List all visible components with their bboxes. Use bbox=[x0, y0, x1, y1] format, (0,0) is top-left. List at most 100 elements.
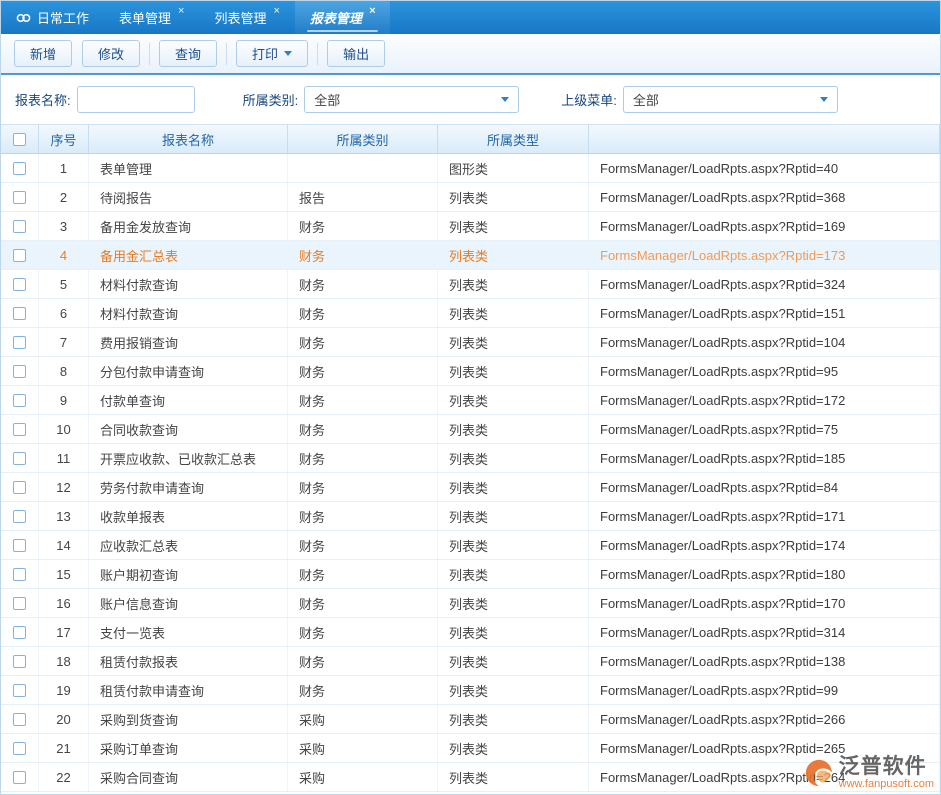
table-row[interactable]: 10合同收款查询财务列表类FormsManager/LoadRpts.aspx?… bbox=[1, 415, 940, 444]
report-url: FormsManager/LoadRpts.aspx?Rptid=151 bbox=[589, 299, 940, 327]
report-type: 列表类 bbox=[438, 618, 589, 646]
row-checkbox-cell bbox=[1, 357, 39, 385]
table-row[interactable]: 17支付一览表财务列表类FormsManager/LoadRpts.aspx?R… bbox=[1, 618, 940, 647]
select-all-checkbox[interactable] bbox=[13, 133, 26, 146]
column-header[interactable]: 所属类型 bbox=[438, 125, 589, 153]
query-button[interactable]: 查询 bbox=[159, 40, 217, 67]
table-row[interactable]: 8分包付款申请查询财务列表类FormsManager/LoadRpts.aspx… bbox=[1, 357, 940, 386]
export-button[interactable]: 输出 bbox=[327, 40, 385, 67]
report-category bbox=[288, 154, 438, 182]
row-number: 20 bbox=[39, 705, 89, 733]
row-checkbox[interactable] bbox=[13, 626, 26, 639]
row-checkbox[interactable] bbox=[13, 162, 26, 175]
tab-bar: 日常工作表单管理×列表管理× 报表管理 × bbox=[1, 1, 940, 34]
button-label: 查询 bbox=[175, 44, 201, 63]
row-checkbox[interactable] bbox=[13, 278, 26, 291]
table-row[interactable]: 19租赁付款申请查询财务列表类FormsManager/LoadRpts.asp… bbox=[1, 676, 940, 705]
table-row[interactable]: 15账户期初查询财务列表类FormsManager/LoadRpts.aspx?… bbox=[1, 560, 940, 589]
row-checkbox[interactable] bbox=[13, 249, 26, 262]
report-type: 列表类 bbox=[438, 212, 589, 240]
table-row[interactable]: 2待阅报告报告列表类FormsManager/LoadRpts.aspx?Rpt… bbox=[1, 183, 940, 212]
row-checkbox[interactable] bbox=[13, 539, 26, 552]
report-name-input[interactable] bbox=[77, 86, 195, 113]
report-name: 分包付款申请查询 bbox=[89, 357, 288, 385]
report-category: 财务 bbox=[288, 299, 438, 327]
table-row[interactable]: 6材料付款查询财务列表类FormsManager/LoadRpts.aspx?R… bbox=[1, 299, 940, 328]
table-row[interactable]: 9付款单查询财务列表类FormsManager/LoadRpts.aspx?Rp… bbox=[1, 386, 940, 415]
table-row[interactable]: 12劳务付款申请查询财务列表类FormsManager/LoadRpts.asp… bbox=[1, 473, 940, 502]
report-category: 财务 bbox=[288, 386, 438, 414]
table-row[interactable]: 18租赁付款报表财务列表类FormsManager/LoadRpts.aspx?… bbox=[1, 647, 940, 676]
table-row[interactable]: 7费用报销查询财务列表类FormsManager/LoadRpts.aspx?R… bbox=[1, 328, 940, 357]
close-icon[interactable]: × bbox=[273, 6, 279, 17]
toolbar-separator bbox=[226, 43, 227, 65]
row-checkbox[interactable] bbox=[13, 307, 26, 320]
report-name: 备用金发放查询 bbox=[89, 212, 288, 240]
table-row[interactable]: 22采购合同查询采购列表类FormsManager/LoadRpts.aspx?… bbox=[1, 763, 940, 792]
row-checkbox[interactable] bbox=[13, 423, 26, 436]
column-header[interactable]: 所属类别 bbox=[288, 125, 438, 153]
row-checkbox[interactable] bbox=[13, 452, 26, 465]
row-checkbox[interactable] bbox=[13, 684, 26, 697]
row-checkbox[interactable] bbox=[13, 771, 26, 784]
table-row[interactable]: 1表单管理图形类FormsManager/LoadRpts.aspx?Rptid… bbox=[1, 154, 940, 183]
chevron-down-icon bbox=[820, 97, 828, 102]
report-type: 列表类 bbox=[438, 415, 589, 443]
report-category: 采购 bbox=[288, 705, 438, 733]
column-header[interactable]: 报表名称 bbox=[89, 125, 288, 153]
tab-list-management[interactable]: 列表管理× bbox=[199, 1, 294, 34]
tab-report-management[interactable]: 报表管理 × bbox=[295, 1, 390, 34]
tab-form-management[interactable]: 表单管理× bbox=[104, 1, 199, 34]
tab-daily-work[interactable]: 日常工作 bbox=[1, 1, 104, 34]
table-row[interactable]: 14应收款汇总表财务列表类FormsManager/LoadRpts.aspx?… bbox=[1, 531, 940, 560]
column-header[interactable]: 序号 bbox=[39, 125, 89, 153]
edit-button[interactable]: 修改 bbox=[82, 40, 140, 67]
row-number: 22 bbox=[39, 763, 89, 791]
table-row[interactable]: 13收款单报表财务列表类FormsManager/LoadRpts.aspx?R… bbox=[1, 502, 940, 531]
report-category: 财务 bbox=[288, 212, 438, 240]
table-body: 1表单管理图形类FormsManager/LoadRpts.aspx?Rptid… bbox=[1, 154, 940, 792]
table-row[interactable]: 11开票应收款、已收款汇总表财务列表类FormsManager/LoadRpts… bbox=[1, 444, 940, 473]
row-checkbox[interactable] bbox=[13, 481, 26, 494]
report-url: FormsManager/LoadRpts.aspx?Rptid=324 bbox=[589, 270, 940, 298]
row-checkbox[interactable] bbox=[13, 510, 26, 523]
tab-label: 报表管理 bbox=[310, 8, 362, 27]
chevron-down-icon bbox=[284, 51, 292, 56]
row-checkbox[interactable] bbox=[13, 568, 26, 581]
toolbar-separator bbox=[317, 43, 318, 65]
row-checkbox[interactable] bbox=[13, 597, 26, 610]
table-row[interactable]: 16账户信息查询财务列表类FormsManager/LoadRpts.aspx?… bbox=[1, 589, 940, 618]
table-row[interactable]: 21采购订单查询采购列表类FormsManager/LoadRpts.aspx?… bbox=[1, 734, 940, 763]
row-checkbox[interactable] bbox=[13, 336, 26, 349]
report-type: 列表类 bbox=[438, 270, 589, 298]
close-icon[interactable]: × bbox=[178, 6, 184, 17]
add-button[interactable]: 新增 bbox=[14, 40, 72, 67]
close-icon[interactable]: × bbox=[369, 6, 375, 17]
table-row[interactable]: 20采购到货查询采购列表类FormsManager/LoadRpts.aspx?… bbox=[1, 705, 940, 734]
report-type: 列表类 bbox=[438, 589, 589, 617]
row-checkbox[interactable] bbox=[13, 713, 26, 726]
report-name: 账户信息查询 bbox=[89, 589, 288, 617]
report-category: 财务 bbox=[288, 473, 438, 501]
report-category: 报告 bbox=[288, 183, 438, 211]
report-category: 财务 bbox=[288, 560, 438, 588]
row-number: 21 bbox=[39, 734, 89, 762]
row-checkbox[interactable] bbox=[13, 220, 26, 233]
report-table: 序号报表名称所属类别所属类型 1表单管理图形类FormsManager/Load… bbox=[1, 125, 940, 792]
table-row[interactable]: 5材料付款查询财务列表类FormsManager/LoadRpts.aspx?R… bbox=[1, 270, 940, 299]
report-category: 财务 bbox=[288, 241, 438, 269]
row-checkbox[interactable] bbox=[13, 365, 26, 378]
category-select[interactable]: 全部 bbox=[304, 86, 519, 113]
table-row[interactable]: 3备用金发放查询财务列表类FormsManager/LoadRpts.aspx?… bbox=[1, 212, 940, 241]
row-checkbox[interactable] bbox=[13, 191, 26, 204]
row-checkbox-cell bbox=[1, 444, 39, 472]
column-header[interactable] bbox=[589, 125, 940, 153]
parent-menu-select[interactable]: 全部 bbox=[623, 86, 838, 113]
print-button[interactable]: 打印 bbox=[236, 40, 308, 67]
row-number: 12 bbox=[39, 473, 89, 501]
row-checkbox[interactable] bbox=[13, 742, 26, 755]
row-checkbox[interactable] bbox=[13, 394, 26, 407]
button-label: 打印 bbox=[252, 44, 278, 63]
table-row[interactable]: 4备用金汇总表财务列表类FormsManager/LoadRpts.aspx?R… bbox=[1, 241, 940, 270]
row-checkbox[interactable] bbox=[13, 655, 26, 668]
